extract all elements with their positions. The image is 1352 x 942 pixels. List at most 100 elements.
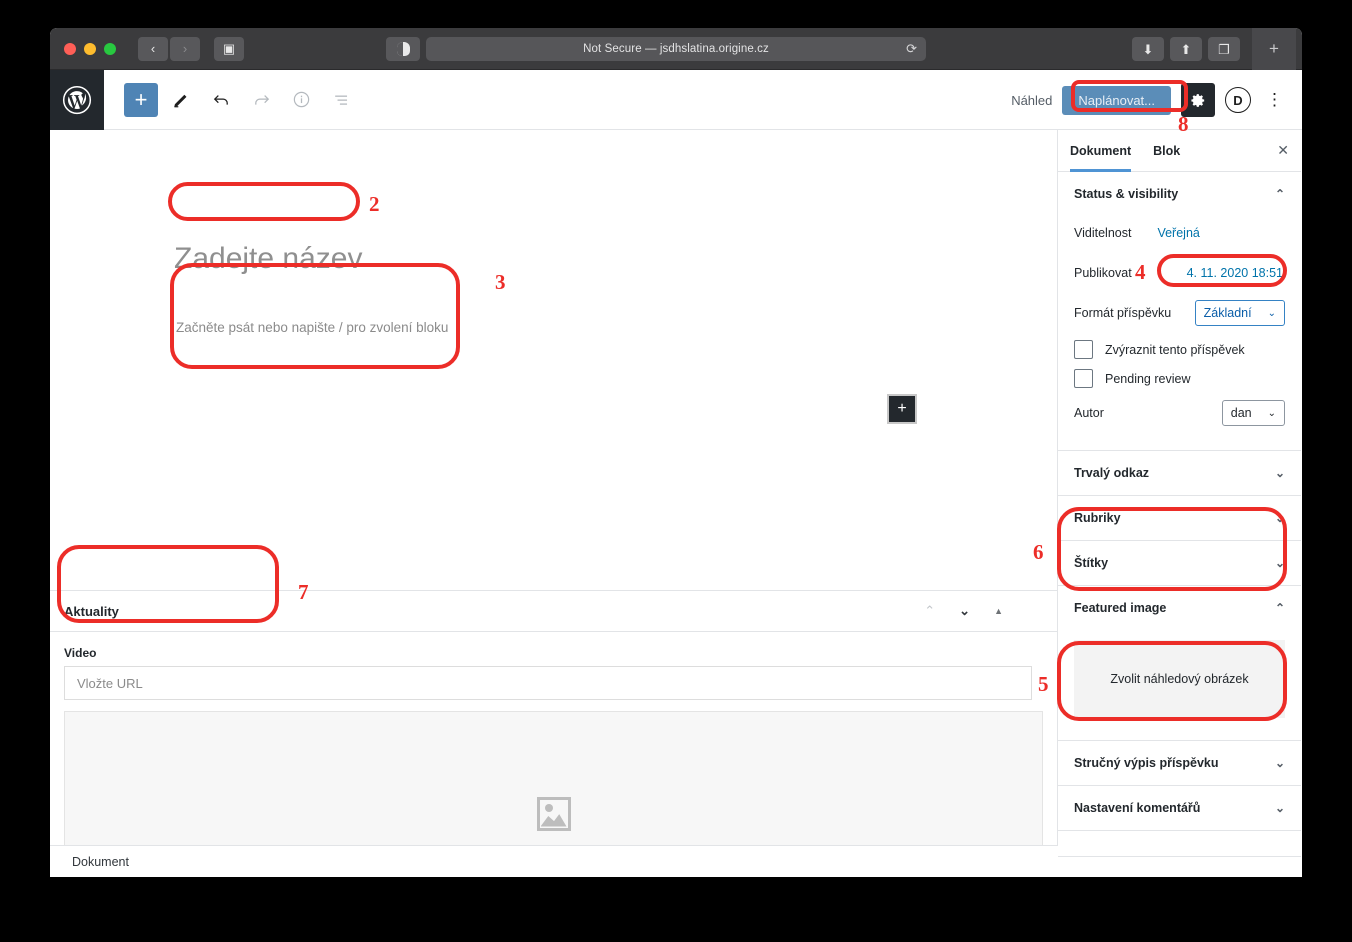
undo-icon[interactable]	[204, 83, 238, 117]
chevron-down-icon: ⌄	[1275, 466, 1285, 480]
author-value: dan	[1231, 406, 1252, 420]
editor-header-right: Náhled Naplánovat... D ⋮	[1011, 70, 1288, 130]
row-pending-review[interactable]: Pending review	[1074, 369, 1285, 388]
window-controls[interactable]	[50, 43, 116, 55]
meta-panel-title: Aktuality	[64, 604, 119, 619]
chevron-up-icon: ⌃	[1275, 187, 1285, 201]
chevron-down-icon: ⌄	[1275, 511, 1285, 525]
panel-spacer	[1058, 831, 1301, 857]
video-field-label: Video	[64, 646, 1043, 660]
chevron-down-icon: ⌄	[1275, 756, 1285, 770]
panel-featured-image-header[interactable]: Featured image ⌃	[1058, 586, 1301, 630]
panel-categories: Rubriky ⌄	[1058, 496, 1301, 541]
share-icon[interactable]: ⬆	[1170, 37, 1202, 61]
panel-status-visibility-title: Status & visibility	[1074, 187, 1178, 201]
video-url-input[interactable]	[64, 666, 1032, 700]
aktuality-meta-panel: Aktuality ⌃ ⌄ ▲ Video	[50, 590, 1057, 877]
redo-icon[interactable]	[244, 83, 278, 117]
minimize-window-button[interactable]	[84, 43, 96, 55]
row-author: Autor dan ⌄	[1074, 396, 1285, 430]
edit-mode-icon[interactable]	[164, 83, 198, 117]
browser-toolbar-right: ⬇ ⬆ ❐	[1132, 37, 1240, 61]
panel-permalink-header[interactable]: Trvalý odkaz ⌄	[1058, 451, 1301, 495]
download-icon[interactable]: ⬇	[1132, 37, 1164, 61]
collapse-triangle-icon[interactable]: ▲	[994, 606, 1003, 616]
maximize-window-button[interactable]	[104, 43, 116, 55]
image-placeholder-icon	[537, 797, 571, 831]
add-block-icon[interactable]: +	[124, 83, 158, 117]
pending-review-label: Pending review	[1105, 372, 1190, 386]
post-format-label: Formát příspěvku	[1074, 306, 1171, 320]
panel-status-visibility-header[interactable]: Status & visibility ⌃	[1058, 172, 1301, 216]
panel-categories-header[interactable]: Rubriky ⌄	[1058, 496, 1301, 540]
panel-excerpt: Stručný výpis příspěvku ⌄	[1058, 741, 1301, 786]
publish-label: Publikovat	[1074, 266, 1132, 280]
visibility-label: Viditelnost	[1074, 226, 1131, 240]
wordpress-logo-icon[interactable]	[50, 70, 104, 130]
schedule-button[interactable]: Naplánovat...	[1062, 86, 1171, 115]
reload-icon[interactable]: ⟳	[906, 42, 917, 56]
navigation-buttons[interactable]: ‹ ›	[138, 37, 200, 61]
close-icon[interactable]: ✕	[1277, 142, 1289, 159]
browser-titlebar: ‹ › ▣ Not Secure — jsdhslatina.origine.c…	[50, 28, 1302, 70]
meta-panel-controls: ⌃ ⌄ ▲	[924, 603, 1043, 619]
panel-status-visibility: Status & visibility ⌃ Viditelnost Veřejn…	[1058, 172, 1301, 451]
paragraph-block-placeholder[interactable]: Začněte psát nebo napište / pro zvolení …	[176, 320, 448, 335]
breadcrumb-item-document[interactable]: Dokument	[72, 855, 129, 869]
close-window-button[interactable]	[64, 43, 76, 55]
panel-tags-title: Štítky	[1074, 556, 1108, 570]
panel-categories-title: Rubriky	[1074, 511, 1121, 525]
chevron-down-icon[interactable]: ⌄	[959, 603, 970, 619]
breadcrumb: Dokument	[50, 845, 1058, 877]
panel-discussion-header[interactable]: Nastavení komentářů ⌄	[1058, 786, 1301, 830]
row-visibility: Viditelnost Veřejná	[1074, 216, 1285, 250]
panel-discussion: Nastavení komentářů ⌄	[1058, 786, 1301, 831]
tabs-overview-icon[interactable]: ❐	[1208, 37, 1240, 61]
tab-dokument[interactable]: Dokument	[1070, 130, 1131, 172]
more-options-icon[interactable]: ⋮	[1261, 90, 1288, 110]
preview-button[interactable]: Náhled	[1011, 93, 1052, 108]
panel-tags-header[interactable]: Štítky ⌄	[1058, 541, 1301, 585]
gear-icon[interactable]	[1181, 83, 1215, 117]
chevron-down-icon: ⌄	[1275, 801, 1285, 815]
forward-icon[interactable]: ›	[170, 37, 200, 61]
author-select[interactable]: dan ⌄	[1222, 400, 1285, 426]
visibility-value-button[interactable]: Veřejná	[1157, 226, 1199, 240]
chevron-down-icon: ⌄	[1268, 408, 1276, 419]
settings-sidebar: Dokument Blok ✕ Status & visibility ⌃ Vi…	[1058, 130, 1301, 877]
editor-body: Zadejte název Začněte psát nebo napište …	[50, 130, 1302, 877]
chevron-down-icon: ⌄	[1268, 308, 1276, 319]
publish-date-button[interactable]: 4. 11. 2020 18:51	[1187, 266, 1285, 280]
new-tab-button[interactable]: +	[1252, 28, 1296, 70]
block-inserter-button[interactable]: +	[889, 396, 915, 422]
chevron-down-icon: ⌄	[1275, 556, 1285, 570]
editor-tools: +	[124, 83, 358, 117]
post-format-select[interactable]: Základní ⌄	[1195, 300, 1285, 326]
pending-review-checkbox[interactable]	[1074, 369, 1093, 388]
divi-icon[interactable]: D	[1225, 87, 1251, 113]
chevron-up-icon[interactable]: ⌃	[924, 603, 935, 619]
wp-editor-header: +	[50, 70, 1302, 130]
shield-icon[interactable]	[386, 37, 420, 61]
back-icon[interactable]: ‹	[138, 37, 168, 61]
post-title-input[interactable]: Zadejte název	[174, 242, 362, 276]
set-featured-image-button[interactable]: Zvolit náhledový obrázek	[1074, 640, 1285, 718]
panel-permalink: Trvalý odkaz ⌄	[1058, 451, 1301, 496]
meta-panel-header: Aktuality ⌃ ⌄ ▲	[50, 590, 1057, 632]
sticky-checkbox[interactable]	[1074, 340, 1093, 359]
sticky-label: Zvýraznit tento příspěvek	[1105, 343, 1245, 357]
panel-featured-image: Featured image ⌃ Zvolit náhledový obráze…	[1058, 586, 1301, 741]
panel-excerpt-title: Stručný výpis příspěvku	[1074, 756, 1219, 770]
tab-blok[interactable]: Blok	[1153, 130, 1180, 172]
url-bar[interactable]: Not Secure — jsdhslatina.origine.cz ⟳	[426, 37, 926, 61]
url-text: Not Secure — jsdhslatina.origine.cz	[583, 43, 769, 55]
sidebar-toggle-icon[interactable]: ▣	[214, 37, 244, 61]
row-sticky[interactable]: Zvýraznit tento příspěvek	[1074, 340, 1285, 359]
info-icon[interactable]	[284, 83, 318, 117]
panel-excerpt-header[interactable]: Stručný výpis příspěvku ⌄	[1058, 741, 1301, 785]
chevron-up-icon: ⌃	[1275, 601, 1285, 615]
panel-featured-image-title: Featured image	[1074, 601, 1166, 615]
list-view-icon[interactable]	[324, 83, 358, 117]
panel-discussion-title: Nastavení komentářů	[1074, 801, 1200, 815]
browser-window: ‹ › ▣ Not Secure — jsdhslatina.origine.c…	[50, 28, 1302, 877]
